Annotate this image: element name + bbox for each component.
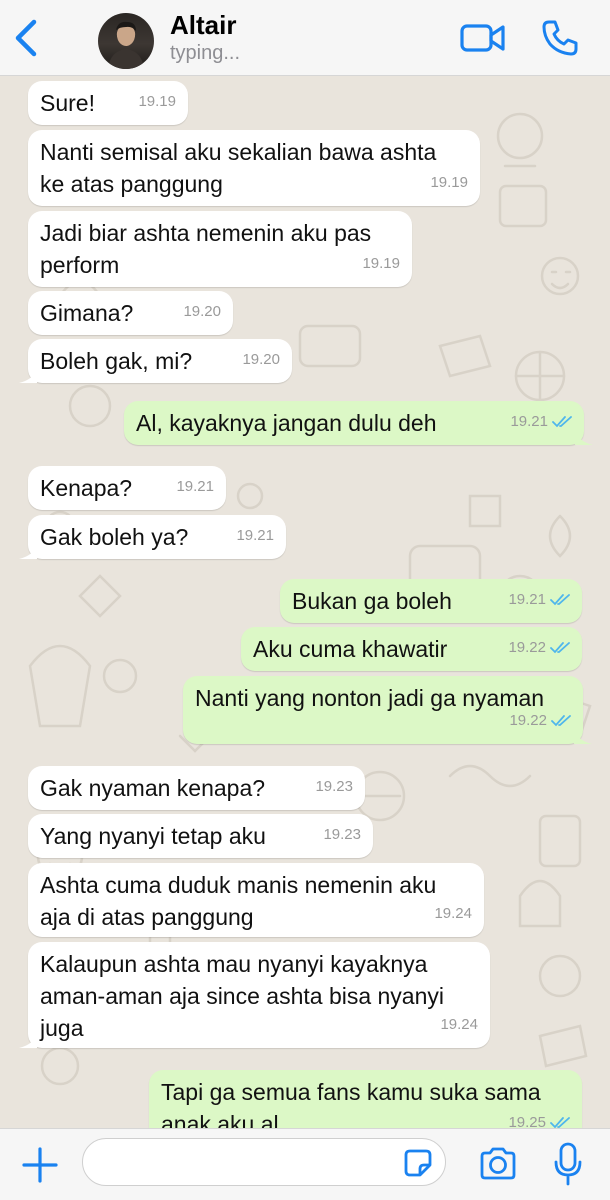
- read-ticks-icon: [550, 642, 570, 654]
- video-call-icon[interactable]: [460, 20, 506, 56]
- message-line: perform: [40, 252, 120, 278]
- message-input[interactable]: [82, 1138, 446, 1186]
- message-list[interactable]: Sure! 19.19 Nanti semisal aku sekalian b…: [0, 76, 610, 1128]
- message-bubble-incoming[interactable]: Yang nyanyi tetap aku 19.23: [28, 814, 373, 858]
- message-bubble-incoming[interactable]: Ashta cuma duduk manis nemenin aku aja d…: [28, 863, 484, 937]
- read-ticks-icon: [550, 1117, 570, 1128]
- read-ticks-icon: [551, 715, 571, 727]
- message-time: 19.19: [138, 93, 176, 110]
- message-bubble-incoming[interactable]: Gak nyaman kenapa? 19.23: [28, 766, 365, 810]
- message-bubble-incoming[interactable]: Jadi biar ashta nemenin aku pas perform …: [28, 211, 412, 287]
- message-line: anak aku al: [161, 1111, 279, 1128]
- message-bubble-incoming[interactable]: Boleh gak, mi? 19.20: [19, 339, 292, 383]
- message-time: 19.22: [509, 712, 547, 729]
- message-time-read: 19.25: [508, 1107, 572, 1128]
- message-text: Nanti semisal aku sekalian bawa ashta ke…: [40, 136, 468, 200]
- message-time: 19.23: [323, 826, 361, 843]
- message-bubble-incoming[interactable]: Kalaupun ashta mau nyanyi kayaknya aman-…: [19, 942, 490, 1048]
- message-line: Jadi biar ashta nemenin aku pas: [40, 220, 372, 246]
- message-time: 19.20: [242, 351, 280, 368]
- message-line: aman-aman aja since ashta bisa nyanyi: [40, 983, 445, 1009]
- bubble-tail: [575, 429, 593, 445]
- message-text: Kalaupun ashta mau nyanyi kayaknya aman-…: [40, 948, 478, 1044]
- message-bubble-outgoing[interactable]: Nanti yang nonton jadi ga nyaman 19.22: [183, 676, 592, 744]
- message-bubble-outgoing[interactable]: Aku cuma khawatir 19.22: [241, 627, 582, 671]
- message-time: 19.24: [440, 1016, 478, 1033]
- phone-icon[interactable]: [540, 18, 580, 58]
- message-bubble-incoming[interactable]: Gak boleh ya? 19.21: [19, 515, 286, 559]
- bubble-tail: [19, 1032, 37, 1048]
- sticker-icon[interactable]: [402, 1147, 434, 1179]
- message-line: Tapi ga semua fans kamu suka sama: [161, 1079, 541, 1105]
- message-bubble-incoming[interactable]: Gimana? 19.20: [28, 291, 233, 335]
- message-text: Ashta cuma duduk manis nemenin aku aja d…: [40, 869, 472, 933]
- message-text: Yang nyanyi tetap aku: [40, 823, 266, 849]
- message-time: 19.22: [508, 639, 546, 656]
- message-bubble-incoming[interactable]: Nanti semisal aku sekalian bawa ashta ke…: [28, 130, 480, 206]
- chat-header: Altair typing...: [0, 0, 610, 76]
- read-ticks-icon: [552, 416, 572, 428]
- message-time: 19.19: [362, 255, 400, 272]
- message-time: 19.24: [434, 905, 472, 922]
- avatar[interactable]: [98, 13, 154, 69]
- message-time: 19.21: [236, 527, 274, 544]
- message-time-read: 19.22: [509, 705, 573, 737]
- typing-status: typing...: [170, 42, 241, 64]
- read-ticks-icon: [550, 594, 570, 606]
- message-text: Al, kayaknya jangan dulu deh: [136, 410, 437, 436]
- message-time-read: 19.22: [508, 632, 572, 664]
- composer-bar: [0, 1128, 610, 1200]
- message-line: juga: [40, 1015, 84, 1041]
- message-time: 19.21: [176, 478, 214, 495]
- message-bubble-incoming[interactable]: Sure! 19.19: [28, 81, 188, 125]
- bubble-tail: [19, 367, 37, 383]
- message-bubble-incoming[interactable]: Kenapa? 19.21: [28, 466, 226, 510]
- bubble-tail: [19, 543, 37, 559]
- contact-name[interactable]: Altair: [170, 10, 236, 41]
- message-bubble-outgoing[interactable]: Al, kayaknya jangan dulu deh 19.21: [124, 401, 593, 445]
- message-line: Kalaupun ashta mau nyanyi kayaknya: [40, 951, 428, 977]
- message-time: 19.23: [315, 778, 353, 795]
- message-line: ke atas panggung: [40, 171, 223, 197]
- message-bubble-outgoing[interactable]: Tapi ga semua fans kamu suka sama anak a…: [149, 1070, 582, 1128]
- message-time: 19.21: [510, 413, 548, 430]
- message-line: Ashta cuma duduk manis nemenin aku: [40, 872, 437, 898]
- message-line: Nanti semisal aku sekalian bawa ashta: [40, 139, 437, 165]
- back-chevron-icon[interactable]: [10, 18, 42, 58]
- message-line: aja di atas panggung: [40, 904, 254, 930]
- message-time-read: 19.21: [510, 406, 574, 438]
- message-time: 19.19: [430, 174, 468, 191]
- microphone-icon[interactable]: [553, 1142, 583, 1186]
- message-time-read: 19.21: [508, 584, 572, 616]
- message-text: Jadi biar ashta nemenin aku pas perform: [40, 217, 400, 281]
- message-text: Gak nyaman kenapa?: [40, 775, 266, 801]
- message-bubble-outgoing[interactable]: Bukan ga boleh 19.21: [280, 579, 582, 623]
- message-time: 19.21: [508, 591, 546, 608]
- bubble-tail: [574, 728, 592, 744]
- plus-icon[interactable]: [20, 1145, 60, 1185]
- camera-icon[interactable]: [478, 1146, 518, 1182]
- message-time: 19.25: [508, 1114, 546, 1128]
- message-time: 19.20: [183, 303, 221, 320]
